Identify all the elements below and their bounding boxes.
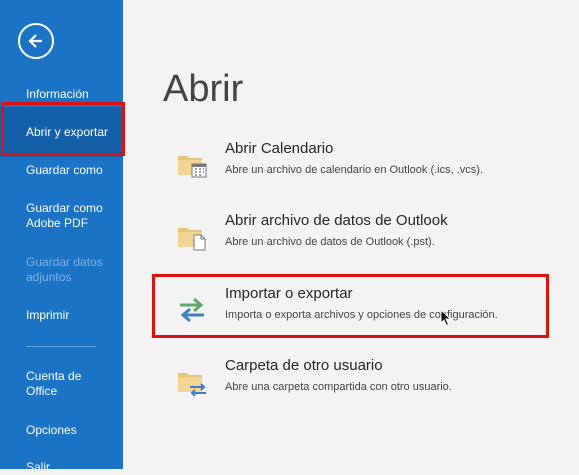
highlight-box-nav: [1, 102, 125, 156]
highlight-box-option: [152, 274, 549, 338]
nav-item-opciones[interactable]: Opciones: [26, 423, 118, 438]
nav-item-guardar-como-pdf[interactable]: Guardar como Adobe PDF: [26, 201, 111, 231]
sidebar: Información Abrir y exportar Guardar com…: [0, 0, 123, 474]
option-title: Abrir Calendario: [225, 140, 334, 157]
shared-folder-icon: [178, 373, 206, 397]
page-title: Abrir: [163, 68, 244, 110]
nav-item-cuenta-office[interactable]: Cuenta de Office: [26, 369, 96, 399]
option-title: Abrir archivo de datos de Outlook: [225, 212, 448, 229]
option-abrir-calendario[interactable]: Abrir Calendario Abre un archivo de cale…: [170, 138, 560, 192]
option-title: Carpeta de otro usuario: [225, 357, 383, 374]
nav-divider: [26, 346, 96, 347]
mouse-cursor-icon: [440, 309, 452, 327]
back-button[interactable]: [18, 23, 54, 59]
option-description: Abre una carpeta compartida con otro usu…: [225, 381, 452, 393]
nav-item-guardar-como[interactable]: Guardar como: [26, 163, 118, 178]
option-description: Abre un archivo de datos de Outlook (.ps…: [225, 236, 435, 248]
option-abrir-archivo-datos[interactable]: Abrir archivo de datos de Outlook Abre u…: [170, 210, 560, 264]
nav-item-imprimir[interactable]: Imprimir: [26, 308, 118, 323]
arrow-left-icon: [28, 34, 42, 48]
nav-item-guardar-adjuntos: Guardar datos adjuntos: [26, 255, 103, 284]
option-carpeta-otro-usuario[interactable]: Carpeta de otro usuario Abre una carpeta…: [170, 355, 560, 409]
folder-calendar-icon: [178, 156, 207, 178]
nav-item-informacion[interactable]: Información: [26, 87, 118, 102]
folder-file-icon: [178, 228, 206, 251]
option-description: Abre un archivo de calendario en Outlook…: [225, 164, 484, 176]
nav-item-salir[interactable]: Salir: [26, 460, 118, 475]
